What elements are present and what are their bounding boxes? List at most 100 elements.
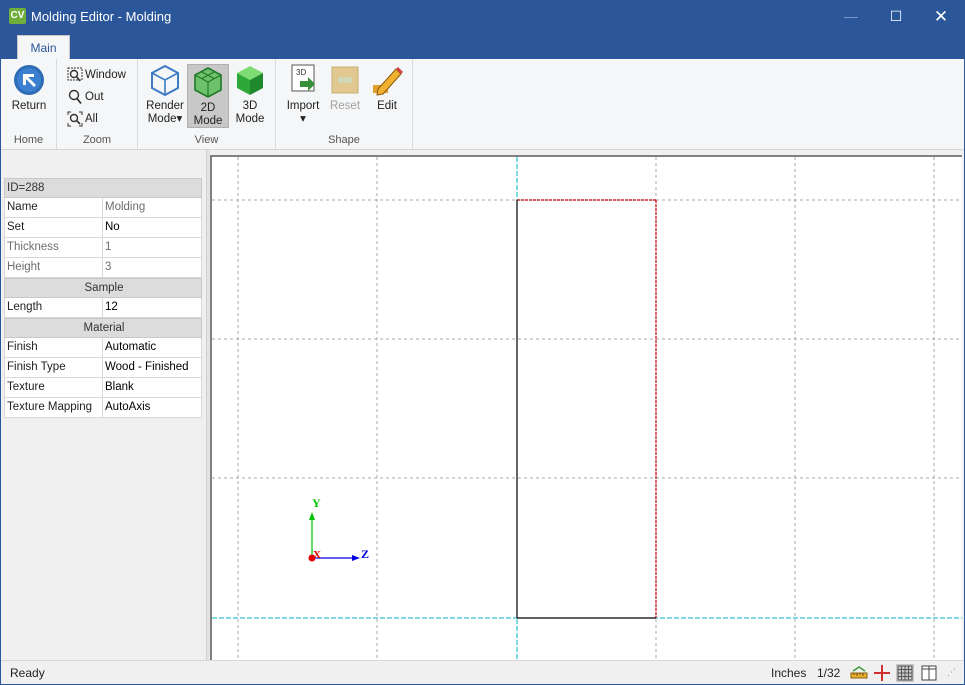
resize-grip-icon[interactable]: ⋰ [947,667,956,678]
mode-2d-button[interactable]: 2D Mode [187,64,229,128]
mode-2d-label-2: Mode [193,115,223,127]
window-title: Molding Editor - Molding [31,9,172,24]
split-view-icon[interactable] [920,664,938,682]
property-row-name[interactable]: Name Molding [4,198,202,218]
mode-2d-label-1: 2D [200,102,216,114]
reset-icon [331,66,359,94]
origin-guides [212,157,962,660]
property-name: Texture [5,378,103,397]
ribbon-group-home: Return Home [1,59,57,149]
zoom-window-label: Window [85,69,126,81]
property-name: Texture Mapping [5,398,103,417]
edit-pencil-icon [373,67,403,96]
mode-3d-label-1: 3D [242,100,258,112]
molding-editor-window: CV Molding Editor - Molding — ☐ ✕ Main R… [0,0,965,685]
return-label: Return [11,100,47,112]
section-header-material: Material [83,322,125,334]
ribbon: Return Home Window Out All Zoom Render M… [1,59,964,150]
ribbon-group-zoom: Window Out All Zoom [57,59,138,149]
property-name: Finish [5,338,103,357]
group-label-shape: Shape [328,134,360,146]
render-mode-label-1: Render [146,100,184,112]
render-mode-label-2: Mode [147,113,177,125]
drawing-canvas[interactable]: Y X Z [210,155,962,660]
grid-toggle-icon[interactable] [896,664,914,682]
reset-label: Reset [329,100,361,112]
property-value[interactable]: Wood - Finished [103,358,202,377]
return-button[interactable]: Return [7,63,51,113]
property-row-height[interactable]: Height 3 [4,258,202,278]
property-panel: ID=288 Name Molding Set No Thickness 1 H… [2,150,207,660]
units-indicator[interactable]: Inches [771,666,806,680]
property-value[interactable]: AutoAxis [103,398,202,417]
zoom-out-icon [68,89,82,105]
property-value[interactable]: Molding [103,198,202,217]
import-label: Import [286,100,320,112]
minimize-button[interactable]: — [828,1,874,32]
property-row-texture-mapping[interactable]: Texture Mapping AutoAxis [4,398,202,418]
property-section-sample[interactable]: Sample [4,278,202,298]
return-arrow-icon [14,65,44,95]
property-value[interactable]: Automatic [103,338,202,357]
zoom-out-label: Out [85,91,104,103]
import-3d-icon: 3D [291,64,315,92]
property-name: Height [5,258,103,277]
app-icon: CV [9,8,26,24]
property-row-finish-type[interactable]: Finish Type Wood - Finished [4,358,202,378]
property-value[interactable]: 12 [103,298,202,317]
group-label-home: Home [13,134,44,146]
canvas-svg: Y X Z [212,157,962,660]
zoom-window-button[interactable]: Window [67,66,126,84]
maximize-button[interactable]: ☐ [873,1,919,32]
property-value[interactable]: 3 [103,258,202,277]
ribbon-tab-row: Main [1,32,964,60]
mode-3d-button[interactable]: 3D Mode [230,63,270,126]
mode-2d-cube-icon [194,67,222,98]
render-mode-cube-icon [151,64,179,97]
section-header-sample: Sample [84,282,124,294]
render-mode-button[interactable]: Render Mode▾ [144,63,186,126]
property-row-length[interactable]: Length 12 [4,298,202,318]
crosshair-icon[interactable] [873,664,891,682]
status-bar: Ready Inches 1/32 ⋰ [1,660,964,684]
reset-button[interactable]: Reset [325,63,365,113]
molding-profile[interactable] [516,199,657,619]
dropdown-arrow-icon: ▾ [176,113,183,125]
property-value[interactable]: Blank [103,378,202,397]
zoom-all-label: All [85,113,98,125]
zoom-all-icon [67,111,83,127]
tab-main[interactable]: Main [17,35,70,60]
status-text: Ready [10,666,45,680]
property-section-material[interactable]: Material [4,318,202,338]
zoom-out-button[interactable]: Out [67,88,104,106]
mode-3d-cube-icon [237,66,263,95]
edit-button[interactable]: Edit [366,63,408,113]
close-button[interactable]: ✕ [918,1,964,32]
property-name: Thickness [5,238,103,257]
dropdown-arrow-icon: ▾ [300,113,306,125]
ruler-snap-icon[interactable] [850,664,868,682]
import-button[interactable]: 3D Import ▾ [282,63,324,126]
title-bar: CV Molding Editor - Molding — ☐ ✕ [1,1,964,32]
property-row-thickness[interactable]: Thickness 1 [4,238,202,258]
property-grid: ID=288 Name Molding Set No Thickness 1 H… [4,178,202,418]
ribbon-group-shape: 3D Import ▾ Reset Edit Shape [276,59,413,149]
grid-lines [212,157,962,660]
property-id: ID=288 [7,182,45,194]
axis-z-label: Z [361,547,369,561]
property-row-texture[interactable]: Texture Blank [4,378,202,398]
property-row-set[interactable]: Set No [4,218,202,238]
zoom-window-icon [67,67,83,82]
property-name: Finish Type [5,358,103,377]
axis-y-label: Y [312,496,321,510]
property-value[interactable]: No [103,218,202,237]
property-name: Name [5,198,103,217]
property-name: Length [5,298,103,317]
property-row-finish[interactable]: Finish Automatic [4,338,202,358]
group-label-zoom: Zoom [82,134,112,146]
mode-3d-label-2: Mode [235,113,265,125]
property-value[interactable]: 1 [103,238,202,257]
axis-x-label: X [313,549,321,561]
precision-indicator[interactable]: 1/32 [817,666,840,680]
zoom-all-button[interactable]: All [67,110,98,128]
